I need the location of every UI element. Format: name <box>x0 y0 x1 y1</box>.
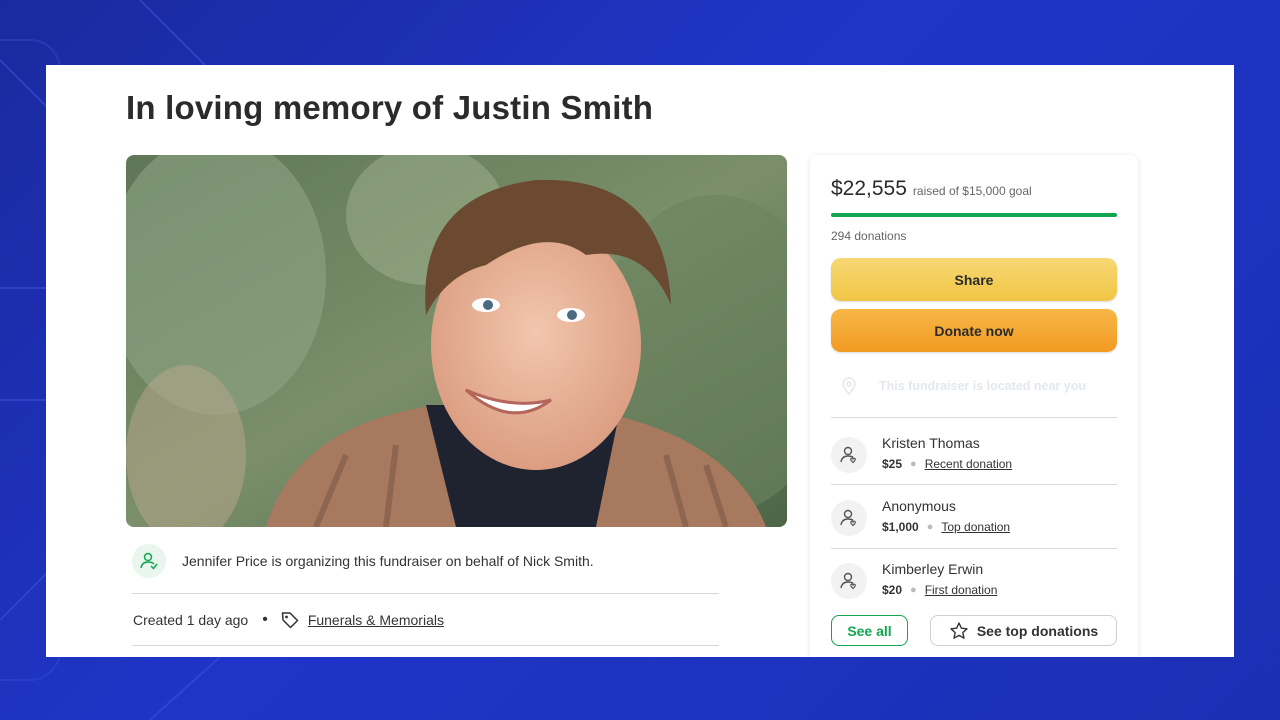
donor-name: Kimberley Erwin <box>882 561 984 577</box>
donor-name: Kristen Thomas <box>882 435 980 451</box>
donation-panel: $22,555 raised of $15,000 goal 294 donat… <box>810 155 1138 657</box>
created-date: Created 1 day ago <box>133 612 249 628</box>
donate-now-button[interactable]: Donate now <box>831 309 1117 352</box>
organizer-icon <box>132 544 166 578</box>
organizer-text: Jennifer Price is organizing this fundra… <box>182 553 594 569</box>
meta-separator: • <box>262 611 268 628</box>
organizer-row: Jennifer Price is organizing this fundra… <box>132 543 732 579</box>
donation-type-link[interactable]: Recent donation <box>925 457 1012 471</box>
donor-amount: $20 <box>882 583 903 597</box>
donor-amount: $1,000 <box>882 520 919 534</box>
donor-icon <box>831 437 867 473</box>
location-text: This fundraiser is located near you <box>879 379 1087 393</box>
location-pin-icon <box>841 377 857 395</box>
category-link[interactable]: Funerals & Memorials <box>308 612 444 628</box>
share-button[interactable]: Share <box>831 258 1117 301</box>
fundraiser-photo[interactable] <box>126 155 787 527</box>
donor-amount: $25 <box>882 457 903 471</box>
fundraiser-page: In loving memory of Justin Smith Jennife… <box>46 65 1234 657</box>
see-top-donations-label: See top donations <box>976 622 1099 639</box>
divider <box>831 484 1117 485</box>
donation-type-link[interactable]: First donation <box>925 583 998 597</box>
bullet: ● <box>910 584 917 596</box>
progress-fill <box>831 213 1117 217</box>
star-icon <box>949 621 969 641</box>
location-notice: This fundraiser is located near you <box>831 369 1117 403</box>
donor-icon <box>831 563 867 599</box>
donor-icon <box>831 500 867 536</box>
donor-name: Anonymous <box>882 498 956 514</box>
progress-bar <box>831 213 1117 217</box>
fundraiser-meta: Created 1 day ago • Funerals & Memorials <box>133 609 444 631</box>
amount-raised: $22,555 <box>831 177 907 200</box>
goal-text: raised of $15,000 goal <box>912 184 1032 198</box>
divider <box>831 548 1117 549</box>
bullet: ● <box>910 458 917 470</box>
page-title: In loving memory of Justin Smith <box>126 89 654 126</box>
donation-type-link[interactable]: Top donation <box>941 520 1010 534</box>
divider <box>831 417 1117 418</box>
donation-count: 294 donations <box>831 229 907 243</box>
see-all-button[interactable]: See all <box>831 615 908 646</box>
donor-item: Kimberley Erwin $20 ● First donation <box>831 561 1117 605</box>
donor-item: Kristen Thomas $25 ● Recent donation <box>831 435 1117 479</box>
divider <box>132 593 719 594</box>
see-top-donations-button[interactable]: See top donations <box>930 615 1117 646</box>
divider <box>132 645 719 646</box>
bullet: ● <box>926 521 934 533</box>
donor-item: Anonymous $1,000 ● Top donation <box>831 498 1117 542</box>
tag-icon <box>280 610 300 630</box>
raised-summary: $22,555 raised of $15,000 goal <box>831 177 1032 201</box>
